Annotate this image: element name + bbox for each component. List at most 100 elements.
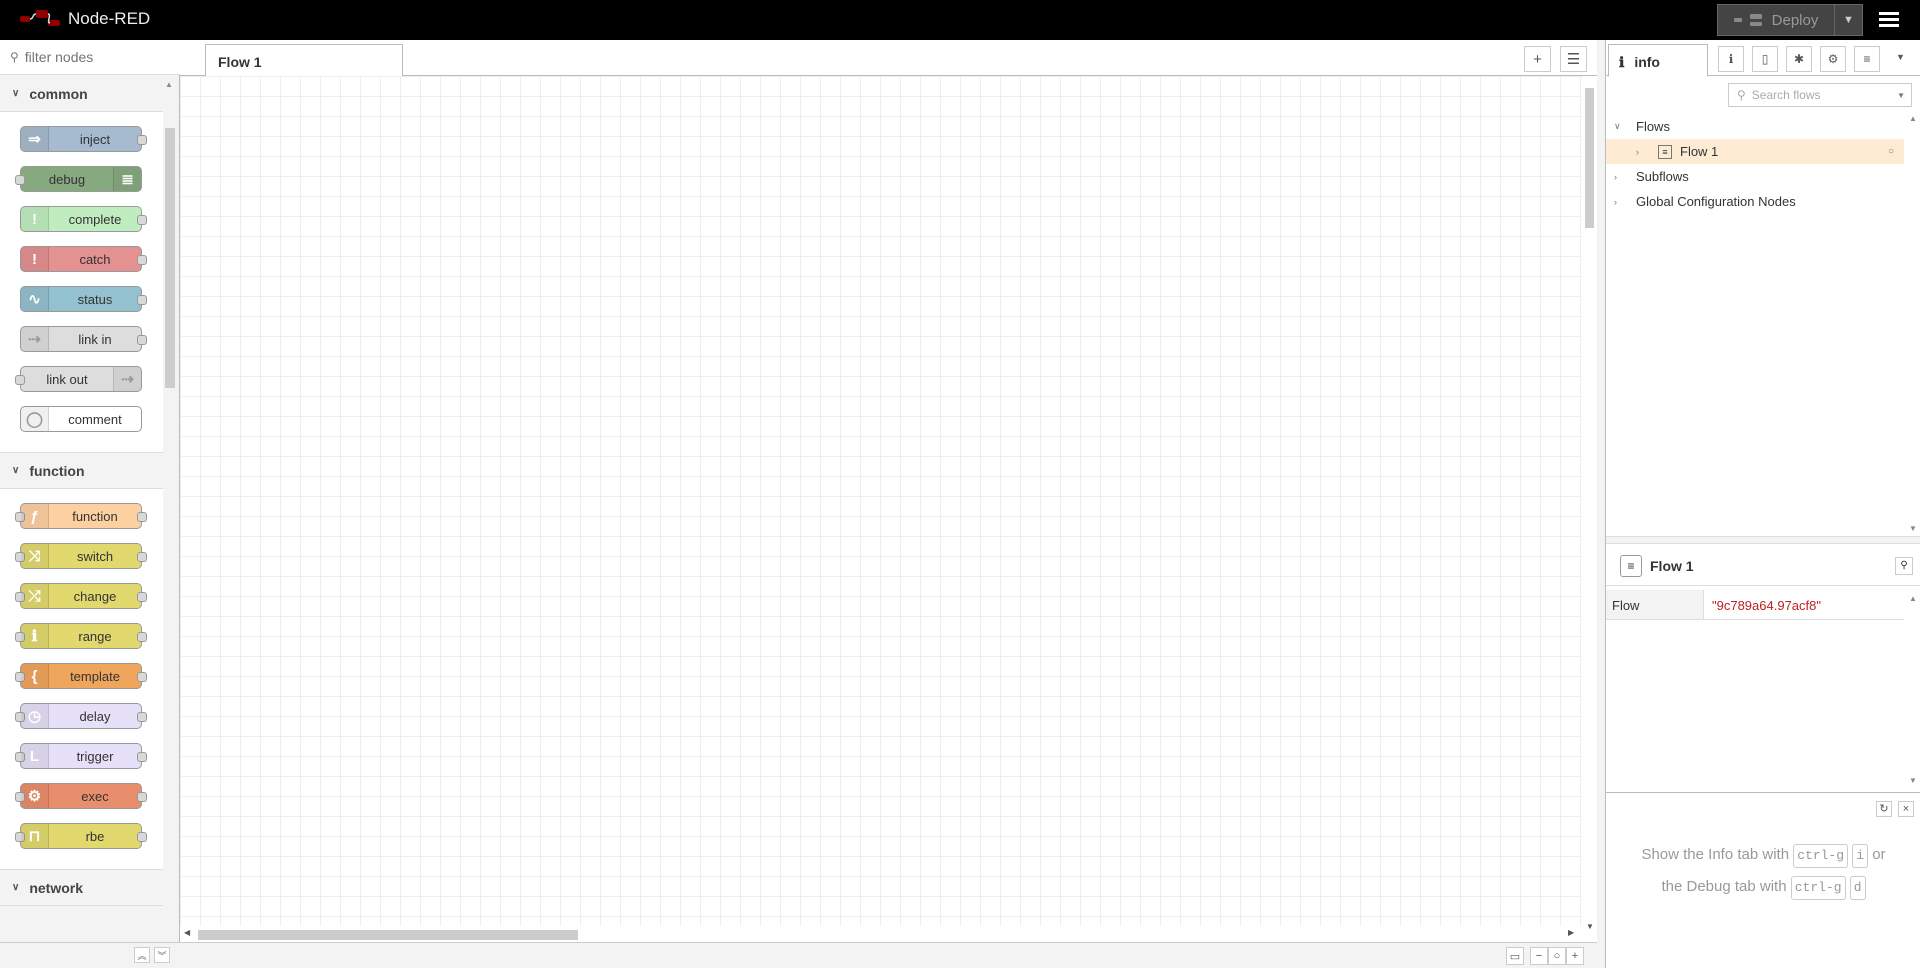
tree-flow-1-label: Flow 1 [1680, 144, 1719, 159]
palette-node-function[interactable]: ƒ function [15, 503, 147, 529]
palette-category-network[interactable]: ∨ network [0, 870, 163, 906]
refresh-icon: ↻ [1879, 803, 1889, 815]
switch-icon: ⤨ [21, 544, 49, 568]
caret-down-icon: ▼ [1897, 90, 1905, 100]
search-icon[interactable]: ⚲ [1895, 556, 1913, 575]
palette-node-change[interactable]: ⤮ change [15, 583, 147, 609]
palette-node-switch[interactable]: ⤨ switch [15, 543, 147, 569]
scroll-left-icon[interactable]: ◀ [184, 928, 190, 937]
scroll-up-icon[interactable]: ▲ [165, 80, 173, 89]
palette-node-template[interactable]: {template [15, 663, 147, 689]
palette-node-exec[interactable]: ⚙ exec [15, 783, 147, 809]
palette-footer: ︽ ︾ [0, 942, 180, 968]
palette-node-link-out[interactable]: ⇢ link out [15, 366, 142, 392]
trigger-icon: L [21, 744, 49, 768]
close-help-button[interactable]: × [1898, 801, 1914, 817]
add-flow-button[interactable]: + [1524, 46, 1551, 72]
palette-node-comment[interactable]: ◯ comment [20, 406, 142, 432]
palette-category-function[interactable]: ∨ function [0, 453, 163, 489]
deploy-options-button[interactable]: ▼ [1834, 5, 1862, 35]
refresh-button[interactable]: ↻ [1876, 801, 1892, 817]
info-tab-button[interactable]: ℹ [1718, 46, 1744, 72]
workspace: Flow 1 + ☰ ▼ ◀ ▶ ▭ − ○ + [180, 40, 1597, 968]
info-icon: ℹ [1728, 52, 1734, 66]
scroll-down-icon[interactable]: ▼ [1909, 524, 1917, 533]
palette-category-common[interactable]: ∨ common [0, 76, 163, 112]
output-port [137, 632, 147, 642]
sidebar: ℹ info ℹ ▯ ✱ ⚙ ≡ ▼ ⚲ Search flows ▼ ∨ Flo… [1605, 40, 1920, 968]
palette-node-inject[interactable]: ⇒ inject [20, 126, 147, 152]
palette-search: ⚲ [0, 40, 180, 75]
workspace-tabbar: Flow 1 + ☰ [180, 40, 1597, 77]
gear-icon: ⚙ [21, 784, 49, 808]
collapse-all-button[interactable]: ︽ [134, 947, 150, 963]
flow-canvas[interactable] [180, 76, 1582, 942]
main-menu-button[interactable] [1876, 9, 1902, 31]
close-icon: × [1902, 803, 1910, 815]
sidebar-tabs-menu-button[interactable]: ▼ [1896, 52, 1905, 62]
zoom-out-button[interactable]: − [1530, 947, 1548, 965]
caret-down-icon: ▼ [1896, 52, 1905, 62]
chevron-down-icon: ∨ [12, 465, 20, 476]
horizontal-scroll-thumb[interactable] [198, 930, 578, 940]
scroll-down-icon[interactable]: ▼ [1909, 776, 1917, 785]
zoom-in-button[interactable]: + [1566, 947, 1584, 965]
palette-node-range[interactable]: ℹ range [15, 623, 147, 649]
chevron-right-icon: › [1614, 171, 1617, 182]
sidebar-splitter[interactable] [1597, 40, 1605, 968]
help-tab-button[interactable]: ▯ [1752, 46, 1778, 72]
search-icon: ⚲ [1737, 88, 1746, 102]
context-tab-button[interactable]: ≡ [1854, 46, 1880, 72]
navigator-button[interactable]: ▭ [1506, 947, 1524, 965]
tree-flow-1[interactable]: › ≡ Flow 1 ○ [1606, 139, 1904, 164]
circle-icon: ○ [1553, 950, 1561, 962]
output-port [137, 335, 147, 345]
link-in-icon: ⇢ [21, 327, 49, 351]
timer-icon: ◷ [21, 704, 49, 728]
search-flows-input[interactable]: ⚲ Search flows ▼ [1728, 83, 1912, 107]
deploy-button[interactable]: Deploy [1718, 5, 1834, 35]
tab-info[interactable]: ℹ info [1608, 44, 1708, 77]
tree-subflows[interactable]: › Subflows [1606, 164, 1904, 189]
palette-node-link-in[interactable]: ⇢ link in [20, 326, 147, 352]
debug-tab-button[interactable]: ✱ [1786, 46, 1812, 72]
minus-icon: − [1535, 950, 1543, 962]
flows-tree: ∨ Flows › ≡ Flow 1 ○ › Subflows › Global Co… [1606, 114, 1904, 536]
output-port [137, 295, 147, 305]
tab-flow-1[interactable]: Flow 1 [205, 44, 403, 77]
palette-node-complete[interactable]: ! complete [20, 206, 147, 232]
output-port [137, 552, 147, 562]
palette-node-trigger[interactable]: Ltrigger [15, 743, 147, 769]
list-flows-button[interactable]: ☰ [1560, 46, 1587, 72]
deploy-label: Deploy [1771, 11, 1819, 29]
palette-node-catch[interactable]: ! catch [20, 246, 147, 272]
palette-node-debug[interactable]: ≣ debug [15, 166, 142, 192]
palette-scroll-thumb[interactable] [165, 128, 175, 388]
workspace-horizontal-scrollbar[interactable]: ◀ ▶ [180, 926, 1582, 942]
palette-node-status[interactable]: ∿ status [20, 286, 147, 312]
scroll-down-icon[interactable]: ▼ [1586, 922, 1594, 931]
workspace-vertical-scrollbar[interactable]: ▼ [1582, 76, 1597, 942]
filter-nodes-input[interactable] [24, 49, 165, 65]
scroll-up-icon[interactable]: ▲ [1909, 594, 1917, 603]
palette-node-delay[interactable]: ◷ delay [15, 703, 147, 729]
scroll-right-icon[interactable]: ▶ [1568, 928, 1574, 937]
help-line1-or: or [1872, 846, 1886, 863]
shortcut-key: i [1852, 844, 1869, 868]
tree-global-config[interactable]: › Global Configuration Nodes [1606, 189, 1904, 214]
tree-flows[interactable]: ∨ Flows [1606, 114, 1904, 139]
palette-scrollbar[interactable]: ▲ [163, 80, 177, 940]
function-icon: ƒ [21, 504, 49, 528]
expand-all-button[interactable]: ︾ [154, 947, 170, 963]
vertical-scroll-thumb[interactable] [1585, 88, 1594, 228]
shuffle-icon: ⤮ [21, 584, 49, 608]
zoom-reset-button[interactable]: ○ [1548, 947, 1566, 965]
scroll-up-icon[interactable]: ▲ [1909, 114, 1917, 123]
chevron-right-icon: › [1614, 196, 1617, 207]
status-circle-icon: ○ [1887, 146, 1894, 157]
palette-node-rbe[interactable]: ⊓ rbe [15, 823, 147, 849]
sidebar-section-divider[interactable] [1606, 536, 1920, 544]
config-tab-button[interactable]: ⚙ [1820, 46, 1846, 72]
tree-scrollbar[interactable]: ▲ ▼ [1906, 114, 1920, 536]
plus-icon: + [1533, 50, 1542, 68]
